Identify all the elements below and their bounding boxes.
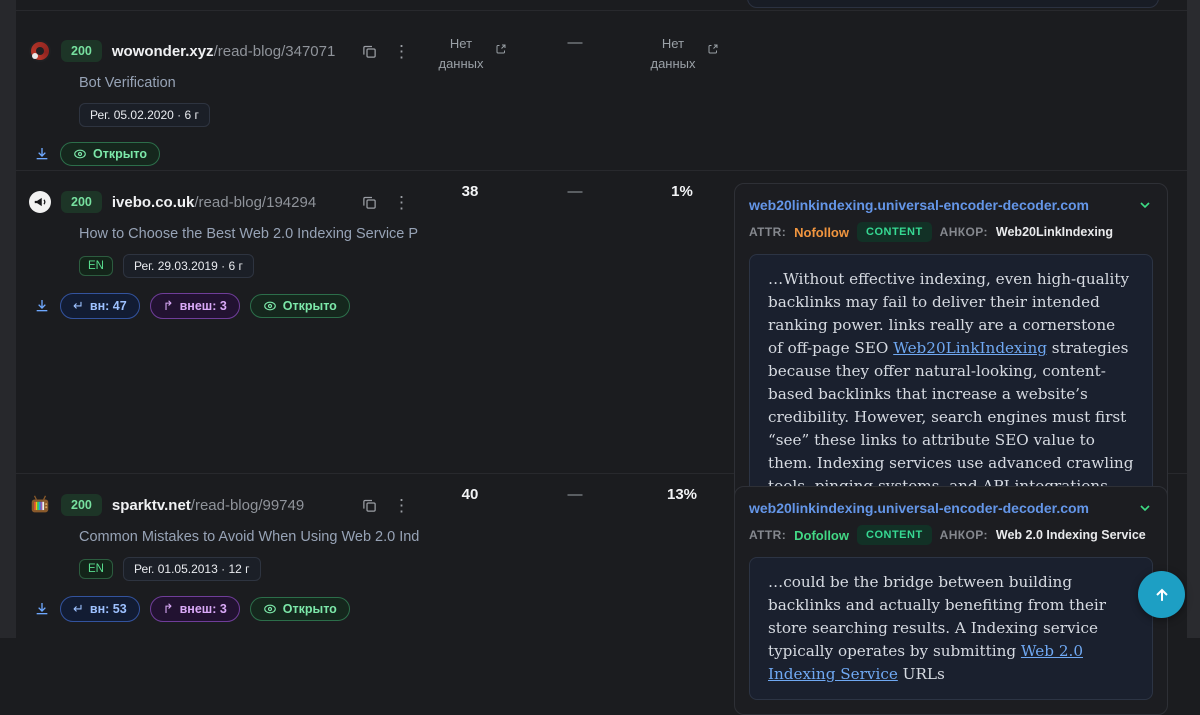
left-edge-strip — [0, 0, 16, 638]
external-link-icon[interactable] — [707, 43, 719, 55]
eye-icon — [263, 604, 276, 614]
registration-badge: Рег. 05.02.2020 · 6 г — [79, 103, 210, 127]
attr-value: Nofollow — [794, 224, 849, 240]
chevron-down-icon[interactable] — [1137, 500, 1153, 516]
eye-icon — [74, 149, 86, 159]
page-title: Bot Verification — [79, 75, 176, 91]
kebab-menu-icon[interactable]: ⋮ — [393, 194, 410, 211]
page-title: Common Mistakes to Avoid When Using Web … — [79, 529, 419, 545]
url-link[interactable]: wowonder.xyz/read-blog/347071 — [112, 43, 335, 60]
empty-metric-cell: — — [567, 34, 583, 51]
copy-icon[interactable] — [362, 44, 377, 59]
open-button[interactable]: Открыто — [60, 142, 161, 166]
eye-icon — [263, 301, 276, 311]
links-count-cell: Нет данных — [420, 11, 520, 170]
anchor-value: Web20LinkIndexing — [995, 225, 1114, 239]
site-favicon — [29, 494, 51, 516]
backlink-panel: web20linkindexing.universal-encoder-deco… — [734, 486, 1168, 715]
site-favicon — [29, 191, 51, 213]
results-table: 200 wowonder.xyz/read-blog/347071 ⋮ Bot … — [16, 0, 1187, 715]
status-badge: 200 — [61, 40, 102, 62]
status-badge: 200 — [61, 191, 102, 213]
table-row: 200 wowonder.xyz/read-blog/347071 ⋮ Bot … — [16, 10, 1187, 170]
status-badge: 200 — [61, 494, 102, 516]
anchor-text-link[interactable]: Web20LinkIndexing — [893, 339, 1047, 357]
copy-icon[interactable] — [362, 195, 377, 210]
kebab-menu-icon[interactable]: ⋮ — [393, 43, 410, 60]
registration-badge: Рег. 29.03.2019 · 6 г — [122, 254, 254, 278]
download-icon[interactable] — [34, 146, 50, 162]
open-button[interactable]: Открыто — [249, 294, 350, 318]
target-domain-link[interactable]: web20linkindexing.universal-encoder-deco… — [749, 197, 1089, 213]
out-arrow-icon: ↱ — [162, 601, 174, 616]
language-badge: EN — [79, 256, 113, 276]
arrow-up-icon — [1155, 588, 1168, 601]
scrollbar-track[interactable] — [1187, 0, 1200, 638]
previous-row-cutoff — [16, 0, 1187, 10]
scroll-to-top-button[interactable] — [1138, 571, 1185, 618]
empty-metric-cell: — — [567, 486, 583, 503]
copy-icon[interactable] — [362, 498, 377, 513]
attr-label: ATTR: — [749, 225, 787, 239]
anchor-label: АНКОР: — [939, 528, 988, 542]
content-badge: CONTENT — [857, 525, 932, 545]
ratio-cell: Нет данных — [630, 11, 734, 170]
page-title: How to Choose the Best Web 2.0 Indexing … — [79, 226, 419, 242]
return-arrow-icon: ↵ — [73, 298, 84, 313]
out-arrow-icon: ↱ — [162, 298, 174, 313]
external-links-badge[interactable]: ↱ внеш: 3 — [149, 293, 240, 319]
link-context-excerpt: …could be the bridge between building ba… — [749, 557, 1153, 700]
previous-row-panel-remnant — [747, 0, 1159, 8]
site-favicon — [29, 40, 51, 62]
table-row: 200 sparktv.net/read-blog/99749 ⋮ Common… — [16, 473, 1187, 715]
links-count-cell: 40 — [461, 486, 479, 503]
download-icon[interactable] — [34, 298, 50, 314]
external-links-badge[interactable]: ↱ внеш: 3 — [149, 596, 240, 622]
open-button[interactable]: Открыто — [249, 597, 350, 621]
url-link[interactable]: sparktv.net/read-blog/99749 — [112, 497, 304, 514]
url-link[interactable]: ivebo.co.uk/read-blog/194294 — [112, 194, 316, 211]
table-row: 200 ivebo.co.uk/read-blog/194294 ⋮ How t… — [16, 170, 1187, 527]
external-link-icon[interactable] — [495, 43, 507, 55]
target-domain-link[interactable]: web20linkindexing.universal-encoder-deco… — [749, 500, 1089, 516]
language-badge: EN — [79, 559, 113, 579]
content-badge: CONTENT — [857, 222, 932, 242]
attr-label: ATTR: — [749, 528, 787, 542]
internal-links-badge[interactable]: ↵ вн: 47 — [60, 293, 140, 319]
anchor-label: АНКОР: — [939, 225, 988, 239]
return-arrow-icon: ↵ — [73, 601, 84, 616]
anchor-value: Web 2.0 Indexing Service — [995, 528, 1146, 542]
download-icon[interactable] — [34, 601, 50, 617]
attr-value: Dofollow — [794, 527, 849, 543]
internal-links-badge[interactable]: ↵ вн: 53 — [60, 596, 140, 622]
ratio-cell: 13% — [666, 486, 698, 503]
kebab-menu-icon[interactable]: ⋮ — [393, 497, 410, 514]
chevron-down-icon[interactable] — [1137, 197, 1153, 213]
registration-badge: Рег. 01.05.2013 · 12 г — [122, 557, 261, 581]
